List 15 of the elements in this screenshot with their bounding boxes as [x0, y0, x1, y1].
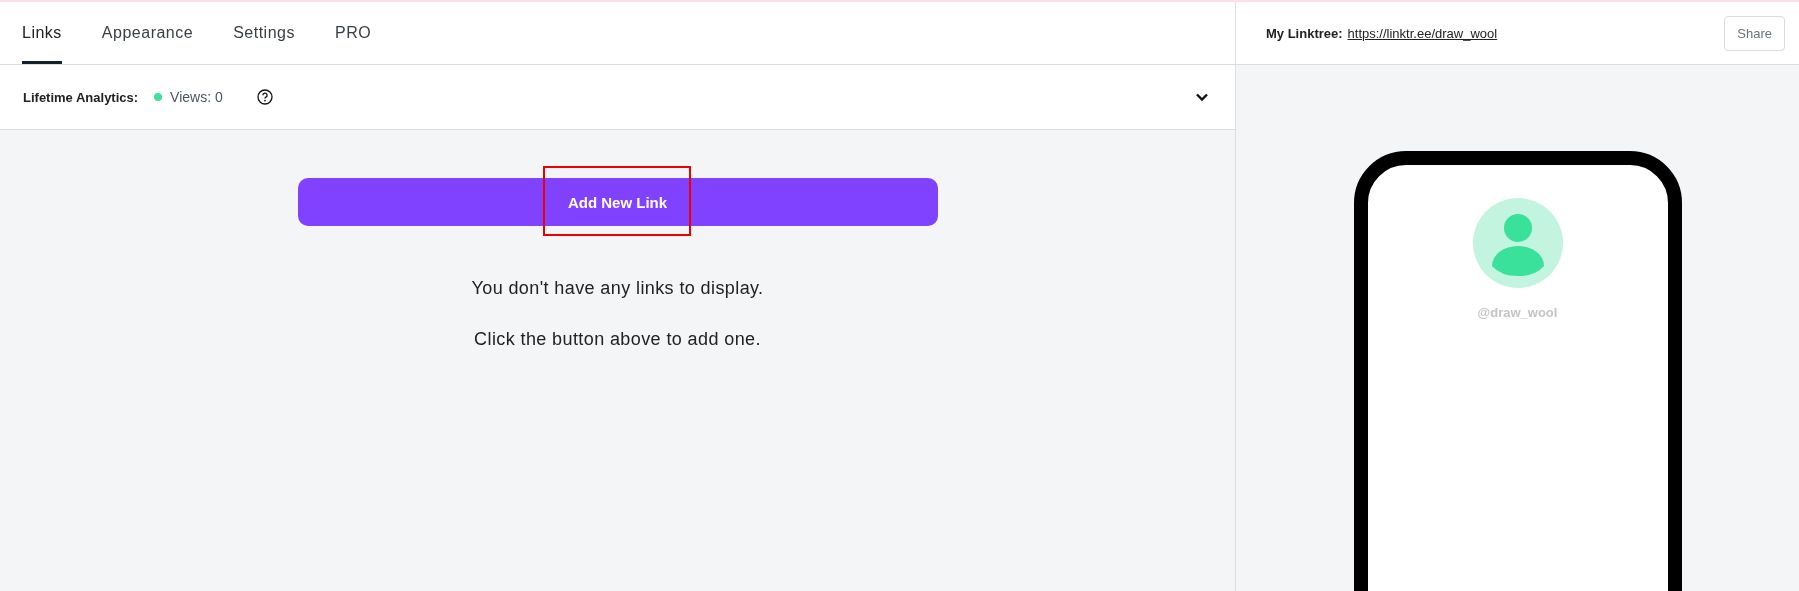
analytics-label: Lifetime Analytics:: [23, 89, 139, 105]
tab[interactable]: PRO: [334, 2, 372, 64]
empty-message: You don't have any links to display.: [471, 278, 764, 299]
username: @draw_wool: [1477, 305, 1558, 320]
add-new-link-button[interactable]: Add New Link: [297, 178, 938, 226]
tab[interactable]: Appearance: [101, 2, 194, 64]
share-button[interactable]: Share: [1724, 15, 1785, 51]
my-linktree-label: My Linktree:: [1266, 25, 1343, 41]
avatar-icon: [1472, 198, 1563, 288]
views-count: Views: 0: [170, 89, 223, 105]
status-dot: [154, 93, 163, 101]
tab[interactable]: Settings: [233, 2, 295, 64]
empty-message: Click the button above to add one.: [474, 329, 761, 350]
linktree-url[interactable]: https://linktr.ee/draw_wool: [1347, 25, 1498, 41]
help-icon[interactable]: [256, 89, 273, 105]
